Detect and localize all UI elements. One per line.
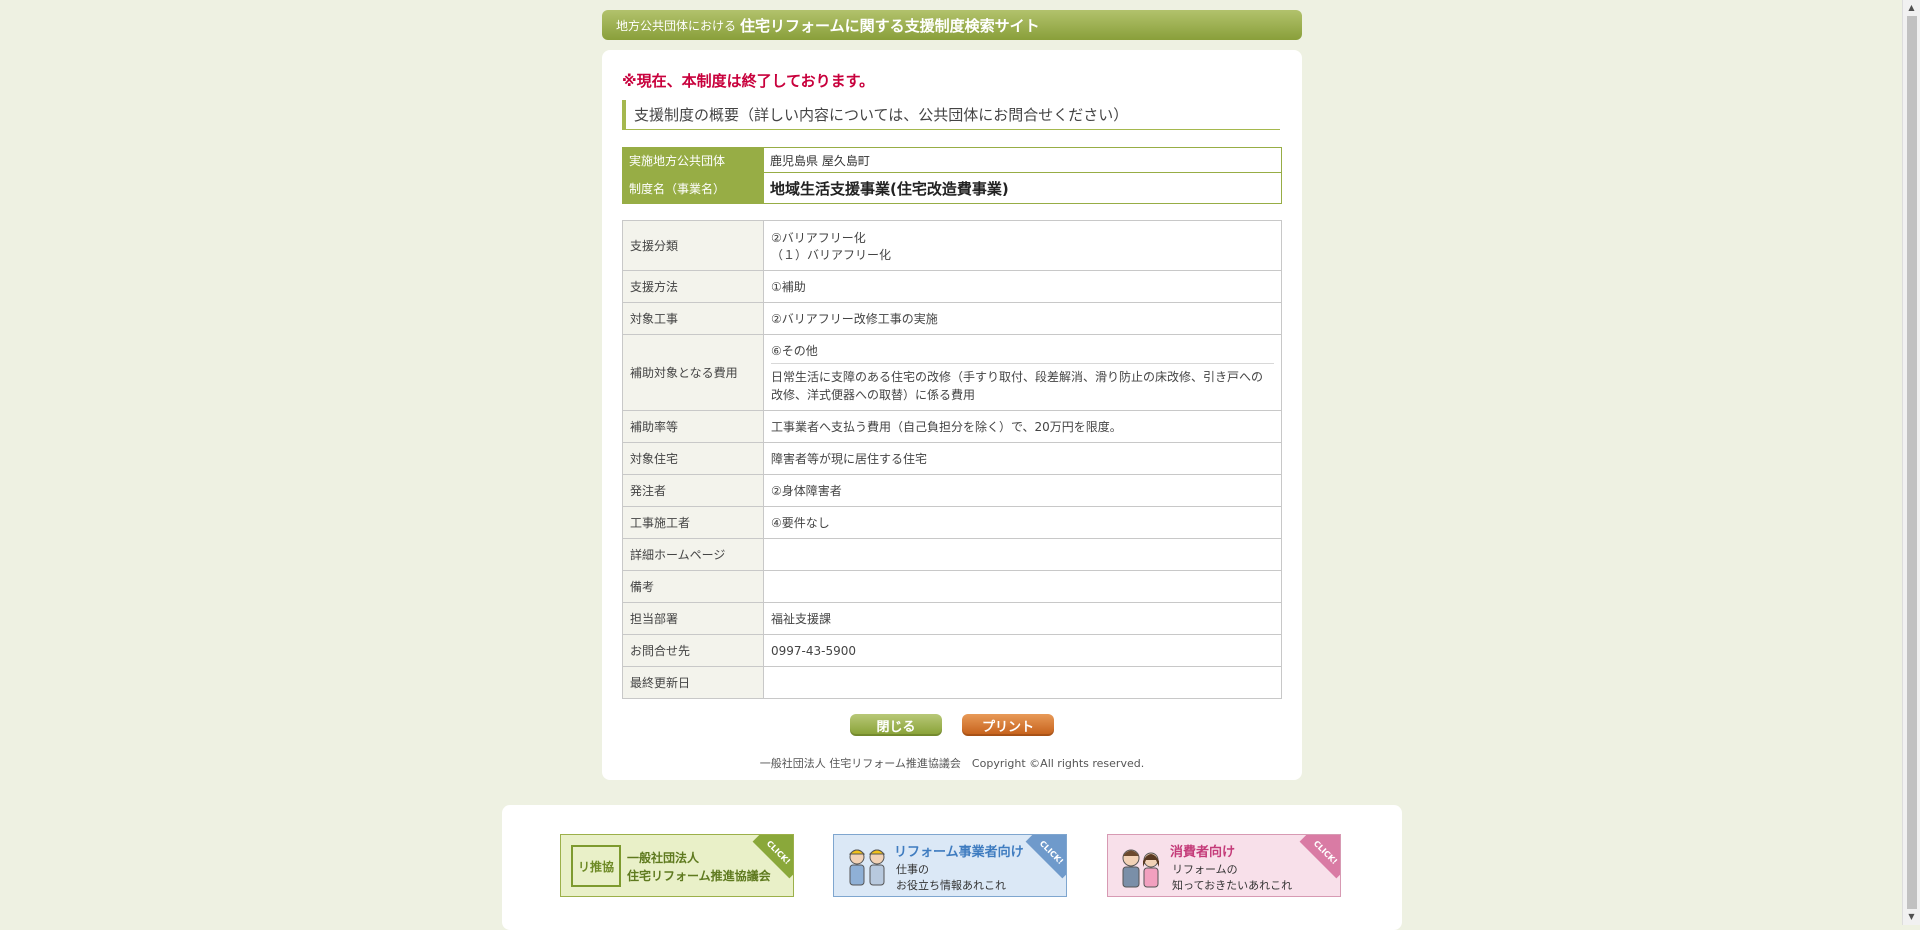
row-label: 詳細ホームページ — [622, 538, 764, 571]
row-value: ②身体障害者 — [763, 474, 1282, 507]
table-row: 工事施工者 ④要件なし — [622, 506, 1282, 539]
row-value: ①補助 — [763, 270, 1282, 303]
copyright-footer: 一般社団法人 住宅リフォーム推進協議会 Copyright ©All right… — [759, 757, 1145, 770]
row-label: 支援分類 — [622, 220, 764, 271]
click-ribbon: CLICK! — [1025, 835, 1066, 879]
table-row: 発注者 ②身体障害者 — [622, 474, 1282, 507]
business-banner-link[interactable]: リフォーム事業者向け 仕事の お役立ち情報あれこれ CLICK! — [833, 834, 1067, 897]
workers-icon — [848, 849, 886, 886]
ended-notice: ※現在、本制度は終了しております。 — [622, 72, 875, 90]
row-value-line: ②バリアフリー化 — [771, 230, 866, 245]
scrollbar-thumb[interactable] — [1907, 16, 1917, 909]
table-row: 補助対象となる費用 ⑥その他 日常生活に支障のある住宅の改修（手すり取付、段差解… — [622, 334, 1282, 411]
row-label: 補助率等 — [622, 410, 764, 443]
banner-line: リフォームの — [1172, 863, 1238, 876]
row-label: 工事施工者 — [622, 506, 764, 539]
vertical-scrollbar[interactable]: ▲ ▼ — [1902, 0, 1920, 925]
print-button[interactable]: プリント — [962, 714, 1054, 736]
table-row: 補助率等 工事業者へ支払う費用（自己負担分を除く）で、20万円を限度。 — [622, 410, 1282, 443]
detail-table: 支援分類 ②バリアフリー化 （１）バリアフリー化 支援方法 ①補助 対象工事 ②… — [622, 220, 1282, 699]
table-row: 備考 — [622, 570, 1282, 603]
table-row: 詳細ホームページ — [622, 538, 1282, 571]
row-label: 発注者 — [622, 474, 764, 507]
row-label: 最終更新日 — [622, 666, 764, 699]
consumer-banner-link[interactable]: 消費者向け リフォームの 知っておきたいあれこれ CLICK! — [1107, 834, 1341, 897]
table-row: 支援分類 ②バリアフリー化 （１）バリアフリー化 — [622, 220, 1282, 271]
row-value — [763, 666, 1282, 699]
row-label: お問合せ先 — [622, 634, 764, 667]
table-row: 最終更新日 — [622, 666, 1282, 699]
banner-line: 一般社団法人 — [627, 851, 700, 865]
row-label: 補助対象となる費用 — [622, 334, 764, 411]
association-logo: リ推協 — [571, 845, 621, 887]
row-value-line: （１）バリアフリー化 — [771, 247, 892, 262]
site-header-title: 住宅リフォームに関する支援制度検索サイト — [740, 16, 1040, 35]
program-detail-card: ※現在、本制度は終了しております。 支援制度の概要（詳しい内容については、公共団… — [602, 50, 1302, 780]
banner-line: リフォーム事業者向け — [894, 845, 1024, 860]
program-label: 制度名（事業名） — [622, 172, 764, 204]
municipality-value: 鹿児島県 屋久島町 — [763, 147, 1282, 173]
row-label: 備考 — [622, 570, 764, 603]
row-value: ②バリアフリー改修工事の実施 — [763, 302, 1282, 335]
row-value — [763, 538, 1282, 571]
close-button[interactable]: 閉じる — [850, 714, 942, 736]
summary-table: 実施地方公共団体 鹿児島県 屋久島町 制度名（事業名） 地域生活支援事業(住宅改… — [622, 147, 1282, 204]
municipality-label: 実施地方公共団体 — [622, 147, 764, 173]
row-label: 担当部署 — [622, 602, 764, 635]
scroll-down-icon[interactable]: ▼ — [1903, 909, 1920, 925]
association-banner-link[interactable]: リ推協 一般社団法人 住宅リフォーム推進協議会 CLICK! — [560, 834, 794, 897]
table-row: 対象工事 ②バリアフリー改修工事の実施 — [622, 302, 1282, 335]
click-ribbon: CLICK! — [1299, 835, 1340, 879]
action-buttons: 閉じる プリント — [850, 714, 1054, 736]
site-header: 地方公共団体における 住宅リフォームに関する支援制度検索サイト — [602, 10, 1302, 40]
banner-line: 消費者向け — [1170, 845, 1236, 860]
scroll-up-icon[interactable]: ▲ — [1903, 0, 1920, 16]
banner-line: 知っておきたいあれこれ — [1172, 879, 1293, 892]
row-label: 支援方法 — [622, 270, 764, 303]
consumers-icon — [1122, 849, 1159, 888]
table-row: 担当部署 福祉支援課 — [622, 602, 1282, 635]
banner-line: お役立ち情報あれこれ — [896, 879, 1006, 892]
banner-line: 住宅リフォーム推進協議会 — [627, 869, 771, 883]
row-label: 対象工事 — [622, 302, 764, 335]
row-value: ②バリアフリー化 （１）バリアフリー化 — [763, 220, 1282, 271]
table-row: お問合せ先 0997-43-5900 — [622, 634, 1282, 667]
program-value: 地域生活支援事業(住宅改造費事業) — [763, 172, 1282, 204]
row-value: ⑥その他 日常生活に支障のある住宅の改修（手すり取付、段差解消、滑り防止の床改修… — [763, 334, 1282, 411]
row-value-note: 日常生活に支障のある住宅の改修（手すり取付、段差解消、滑り防止の床改修、引き戸へ… — [771, 362, 1274, 404]
row-value — [763, 570, 1282, 603]
row-value: 福祉支援課 — [763, 602, 1282, 635]
section-title: 支援制度の概要（詳しい内容については、公共団体にお問合せください） — [622, 100, 1280, 130]
row-value: 工事業者へ支払う費用（自己負担分を除く）で、20万円を限度。 — [763, 410, 1282, 443]
row-value: ④要件なし — [763, 506, 1282, 539]
site-header-subtitle: 地方公共団体における — [616, 18, 737, 33]
banner-panel: リ推協 一般社団法人 住宅リフォーム推進協議会 CLICK! リフォーム事業者向… — [502, 805, 1402, 930]
table-row: 対象住宅 障害者等が現に居住する住宅 — [622, 442, 1282, 475]
row-value: 障害者等が現に居住する住宅 — [763, 442, 1282, 475]
row-value: 0997-43-5900 — [763, 634, 1282, 667]
table-row: 支援方法 ①補助 — [622, 270, 1282, 303]
row-value-line: ⑥その他 — [771, 343, 818, 358]
row-label: 対象住宅 — [622, 442, 764, 475]
banner-line: 仕事の — [896, 863, 929, 876]
